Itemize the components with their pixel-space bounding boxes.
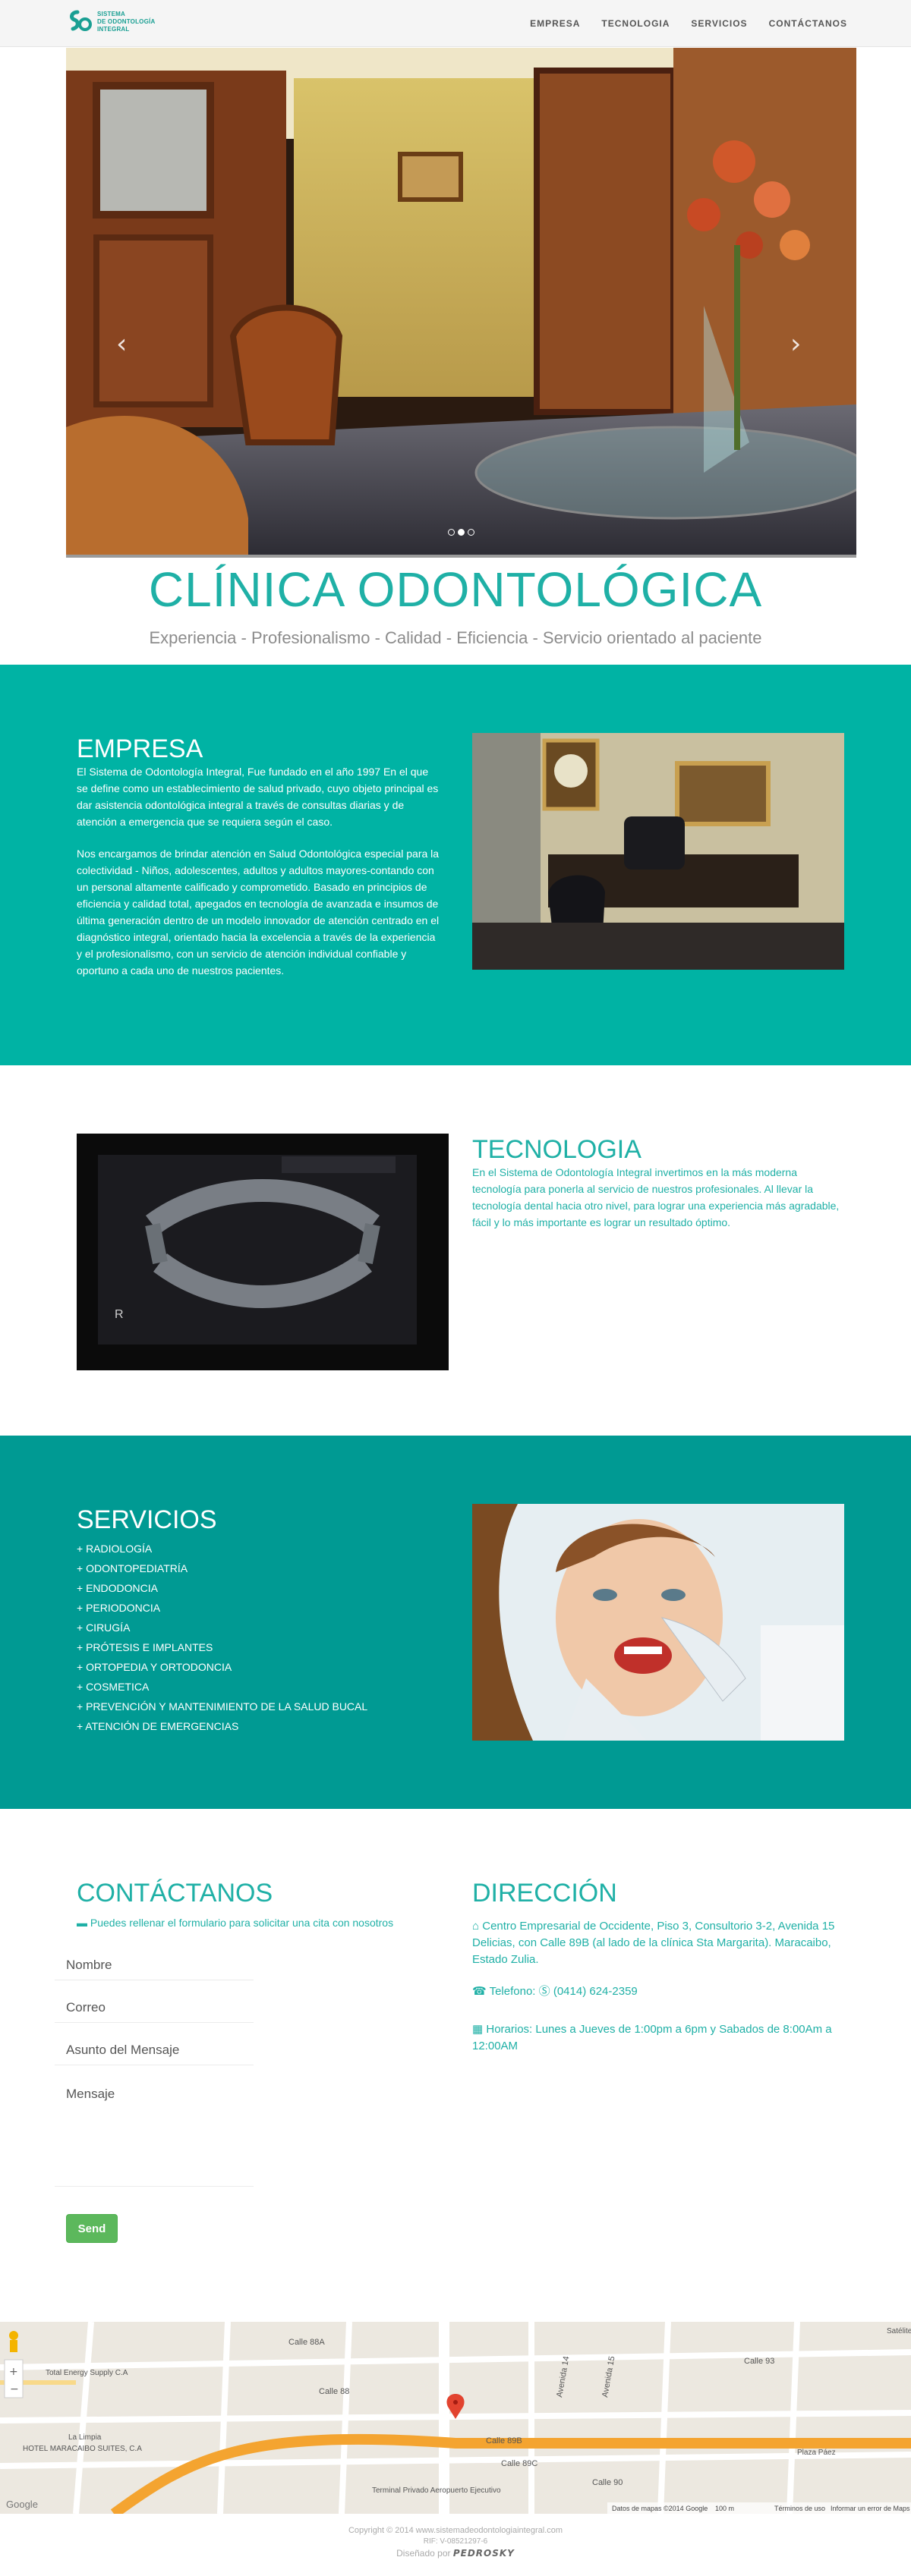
svg-text:R: R bbox=[115, 1308, 124, 1321]
hero-subtitle: Experiencia - Profesionalismo - Calidad … bbox=[149, 628, 762, 647]
carousel-dot-3[interactable] bbox=[468, 529, 474, 536]
phone-icon: ☎ bbox=[472, 1985, 487, 1998]
site-logo[interactable]: SISTEMA DE ODONTOLOGÍA INTEGRAL bbox=[67, 9, 155, 35]
copyright-text: Copyright © 2014 www.sistemadeodontologi… bbox=[348, 2526, 563, 2535]
carousel-prev-arrow[interactable]: ‹ bbox=[116, 329, 127, 360]
service-item: + RADIOLOGÍA bbox=[77, 1543, 153, 1555]
direccion-title: DIRECCIÓN bbox=[472, 1879, 617, 1908]
services-list: + RADIOLOGÍA + ODONTOPEDIATRÍA + ENDODON… bbox=[77, 1539, 367, 1736]
hours-line: ▦ Horarios: Lunes a Jueves de 1:00pm a 6… bbox=[472, 2021, 844, 2055]
carousel-next-arrow[interactable]: › bbox=[790, 329, 801, 360]
zoom-out-icon: − bbox=[10, 2383, 19, 2395]
service-item: + ENDODONCIA bbox=[77, 1582, 158, 1594]
logo-icon bbox=[67, 9, 93, 35]
logo-text: SISTEMA DE ODONTOLOGÍA INTEGRAL bbox=[97, 11, 155, 33]
map-label: La Limpia bbox=[68, 2433, 102, 2442]
tecnologia-paragraph: En el Sistema de Odontología Integral in… bbox=[472, 1166, 840, 1228]
empresa-section: EMPRESA El Sistema de Odontología Integr… bbox=[0, 665, 911, 1065]
subject-field[interactable]: Asunto del Mensaje bbox=[55, 2043, 254, 2065]
empresa-paragraph-2: Nos encargamos de brindar atención en Sa… bbox=[77, 848, 440, 977]
address-text: Centro Empresarial de Occidente, Piso 3,… bbox=[472, 1920, 835, 1966]
xray-photo: R bbox=[77, 1134, 449, 1370]
servicios-section: SERVICIOS + RADIOLOGÍA + ODONTOPEDIATRÍA… bbox=[0, 1436, 911, 1809]
address-line: ⌂ Centro Empresarial de Occidente, Piso … bbox=[472, 1918, 844, 1968]
service-item: + ATENCIÓN DE EMERGENCIAS bbox=[77, 1720, 239, 1732]
map-label: Calle 89B bbox=[486, 2436, 522, 2445]
contact-section: CONTÁCTANOS ▬ Puedes rellenar el formula… bbox=[0, 1809, 911, 2322]
map-label: HOTEL MARACAIBO SUITES, C.A bbox=[23, 2445, 142, 2453]
service-item: + PRÓTESIS E IMPLANTES bbox=[77, 1641, 213, 1653]
designer-name[interactable]: PEDROSKY bbox=[453, 2548, 515, 2559]
map-terms: Términos de uso bbox=[774, 2505, 825, 2512]
hours-text: Horarios: Lunes a Jueves de 1:00pm a 6pm… bbox=[472, 2023, 832, 2052]
logo-line-3: INTEGRAL bbox=[97, 26, 130, 33]
service-item: + PERIODONCIA bbox=[77, 1602, 161, 1614]
contacto-title: CONTÁCTANOS bbox=[77, 1879, 273, 1908]
waiting-room-photo bbox=[66, 48, 856, 555]
tecnologia-title: TECNOLOGIA bbox=[472, 1135, 641, 1164]
navbar: SISTEMA DE ODONTOLOGÍA INTEGRAL EMPRESA … bbox=[0, 0, 911, 47]
map-label: Calle 88 bbox=[319, 2387, 349, 2396]
map-report: Informar un error de Maps bbox=[831, 2505, 910, 2512]
service-item: + COSMETICA bbox=[77, 1681, 150, 1693]
message-field[interactable]: Mensaje bbox=[55, 2087, 254, 2187]
service-item: + CIRUGÍA bbox=[77, 1621, 131, 1634]
name-field[interactable]: Nombre bbox=[55, 1958, 254, 1980]
email-field[interactable]: Correo bbox=[55, 2000, 254, 2023]
empresa-title: EMPRESA bbox=[77, 734, 203, 763]
logo-line-2: DE ODONTOLOGÍA bbox=[97, 18, 156, 25]
map-label: Calle 93 bbox=[744, 2357, 774, 2366]
hero-title: CLÍNICA ODONTOLÓGICA bbox=[148, 562, 763, 617]
calendar-icon: ▦ bbox=[472, 2023, 484, 2036]
designed-by-label: Diseñado por bbox=[396, 2548, 451, 2559]
footer: Copyright © 2014 www.sistemadeodontologi… bbox=[0, 2514, 911, 2576]
map-scale: 100 m bbox=[715, 2505, 734, 2512]
dental-patient-photo bbox=[472, 1504, 844, 1741]
nav-link-tecnologia[interactable]: TECNOLOGIA bbox=[601, 18, 670, 29]
tecnologia-section: R TECNOLOGIA En el Sistema de Odontologí… bbox=[0, 1065, 911, 1436]
map-label: Total Energy Supply C.A bbox=[46, 2369, 128, 2377]
rif-text: RIF: V-08521297-6 bbox=[423, 2537, 488, 2546]
zoom-in-icon: + bbox=[9, 2366, 18, 2378]
hero-carousel: ‹ › bbox=[66, 48, 856, 558]
send-button[interactable]: Send bbox=[66, 2214, 118, 2243]
carousel-dot-2[interactable] bbox=[458, 529, 465, 536]
nav-menu: EMPRESA TECNOLOGIA SERVICIOS CONTÁCTANOS bbox=[509, 0, 847, 47]
service-item: + PREVENCIÓN Y MANTENIMIENTO DE LA SALUD… bbox=[77, 1700, 368, 1713]
map-label: Calle 89C bbox=[501, 2459, 537, 2468]
carousel-dot-1[interactable] bbox=[448, 529, 455, 536]
nav-link-servicios[interactable]: SERVICIOS bbox=[691, 18, 747, 29]
map-google-logo: Google bbox=[6, 2499, 38, 2510]
map-label: Plaza Páez bbox=[797, 2449, 836, 2457]
office-photo bbox=[472, 733, 844, 970]
nav-link-contactanos[interactable]: CONTÁCTANOS bbox=[769, 18, 847, 29]
map-attribution: Datos de mapas ©2014 Google bbox=[612, 2505, 708, 2512]
map-label: Calle 90 bbox=[592, 2478, 623, 2487]
google-map[interactable]: Calle 88A Calle 88 Calle 89B Calle 89C C… bbox=[0, 2322, 911, 2514]
map-label: Calle 88A bbox=[288, 2338, 325, 2347]
skype-icon: Ⓢ bbox=[538, 1985, 550, 1998]
contact-hint: ▬ Puedes rellenar el formulario para sol… bbox=[77, 1917, 393, 1929]
phone-link[interactable]: (0414) 624-2359 bbox=[553, 1985, 638, 1998]
designer-credit: Diseñado por PEDROSKY bbox=[0, 2548, 911, 2559]
nav-link-empresa[interactable]: EMPRESA bbox=[530, 18, 580, 29]
map-label: Satélite bbox=[887, 2327, 911, 2335]
phone-label: Telefono: bbox=[489, 1985, 536, 1998]
contact-hint-text: Puedes rellenar el formulario para solic… bbox=[90, 1917, 394, 1929]
service-item: + ORTOPEDIA Y ORTODONCIA bbox=[77, 1661, 232, 1673]
servicios-title: SERVICIOS bbox=[77, 1505, 217, 1534]
logo-line-1: SISTEMA bbox=[97, 11, 125, 17]
street-view-pegman-icon bbox=[9, 2331, 18, 2352]
comment-icon: ▬ bbox=[77, 1917, 87, 1929]
phone-line: ☎ Telefono: Ⓢ (0414) 624-2359 bbox=[472, 1983, 844, 2000]
map-label: Terminal Privado Aeropuerto Ejecutivo bbox=[372, 2486, 501, 2495]
carousel-indicators bbox=[448, 529, 478, 536]
home-icon: ⌂ bbox=[472, 1920, 480, 1933]
empresa-paragraph-1: El Sistema de Odontología Integral, Fue … bbox=[77, 766, 439, 828]
service-item: + ODONTOPEDIATRÍA bbox=[77, 1562, 188, 1574]
